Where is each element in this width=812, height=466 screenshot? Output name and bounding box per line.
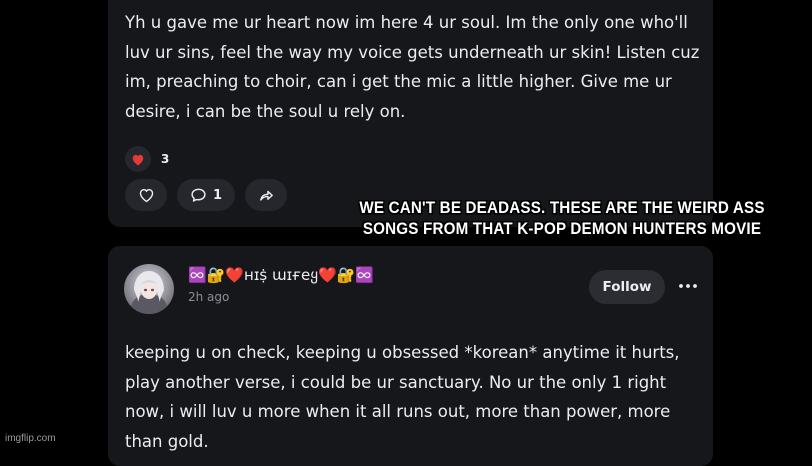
like-button[interactable] — [125, 179, 167, 211]
comment-actions: 1 — [125, 179, 287, 211]
more-options-icon[interactable] — [676, 274, 700, 298]
follow-button[interactable]: Follow — [589, 270, 665, 304]
reply-button[interactable]: 1 — [177, 179, 235, 211]
anime-character-avatar — [130, 271, 168, 314]
comment-card: ♾️🔐❤️ʜɪṩ ɯɪғeყ❤️🔐♾️ 2h ago Follow keepin… — [108, 246, 713, 466]
heart-icon — [125, 146, 151, 172]
username[interactable]: ♾️🔐❤️ʜɪṩ ɯɪғeყ❤️🔐♾️ — [188, 266, 374, 284]
reply-count: 1 — [212, 187, 223, 203]
comment-text: Yh u gave me ur heart now im here 4 ur s… — [125, 13, 700, 121]
heart-outline-icon — [139, 188, 153, 203]
comment-text: keeping u on check, keeping u obsessed *… — [125, 343, 680, 451]
watermark: imgflip.com — [5, 433, 56, 444]
reaction-summary[interactable]: 3 — [125, 146, 169, 172]
avatar[interactable] — [124, 264, 174, 314]
timestamp: 2h ago — [188, 290, 230, 304]
share-button[interactable] — [245, 179, 287, 211]
comment-card: Yh u gave me ur heart now im here 4 ur s… — [108, 0, 713, 227]
share-arrow-icon — [259, 190, 273, 201]
meme-caption: WE CAN'T BE DEADASS. THESE ARE THE WEIRD… — [359, 199, 765, 238]
comment-bubble-icon — [191, 188, 206, 202]
reaction-count: 3 — [161, 152, 170, 166]
